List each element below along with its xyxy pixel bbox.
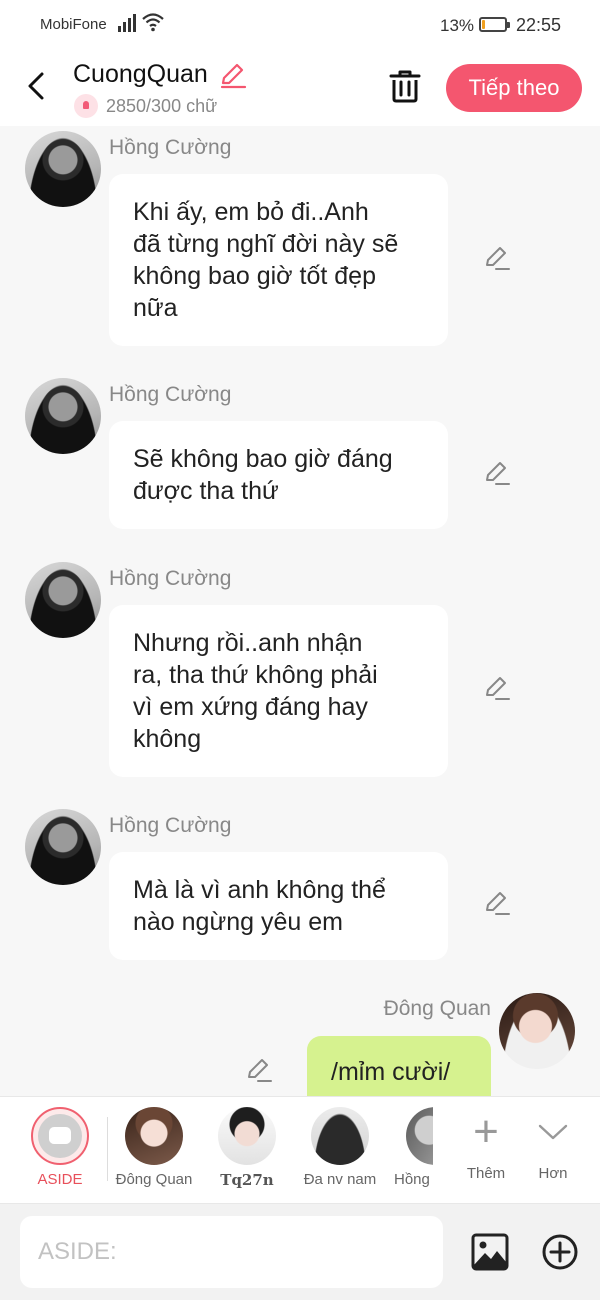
wifi-icon xyxy=(142,13,164,32)
character-name: Tq27n xyxy=(220,1171,274,1189)
sender-name: Đông Quan xyxy=(383,997,491,1020)
sender-name: Hồng Cường xyxy=(109,814,232,837)
character-da-nv-nam[interactable]: Đa nv nam xyxy=(294,1107,386,1188)
message-line: nữa xyxy=(133,294,178,322)
character-avatar xyxy=(125,1107,183,1165)
avatar-hong-cuong[interactable] xyxy=(25,562,101,638)
character-name: Đông Quan xyxy=(115,1171,193,1188)
add-circle-icon[interactable] xyxy=(540,1232,580,1272)
message-line: vì em xứng đáng hay xyxy=(133,693,368,721)
chevron-down-icon xyxy=(538,1124,568,1140)
header: CuongQuan 2850/300 chữ Tiếp theo xyxy=(0,50,600,126)
character-hong-cuong[interactable]: Hồng xyxy=(387,1107,433,1188)
avatar-hong-cuong[interactable] xyxy=(25,809,101,885)
message-bubble[interactable]: Mà là vì anh không thể nào ngừng yêu em xyxy=(109,852,448,960)
character-dong-quan[interactable]: Đông Quan xyxy=(108,1107,200,1188)
edit-message-icon[interactable] xyxy=(483,244,511,272)
signal-icon xyxy=(118,14,138,32)
image-icon[interactable] xyxy=(470,1232,510,1272)
expand-button[interactable]: Hơn xyxy=(507,1107,599,1182)
message-line: Mà là vì anh không thể xyxy=(133,876,386,904)
message-line: Sẽ không bao giờ đáng xyxy=(133,445,393,473)
message-line: Khi ấy, em bỏ đi..Anh xyxy=(133,198,369,226)
avatar-hong-cuong[interactable] xyxy=(25,131,101,207)
aside-input[interactable] xyxy=(20,1216,443,1288)
character-name: ASIDE xyxy=(37,1171,83,1188)
character-avatar xyxy=(311,1107,369,1165)
edit-message-icon[interactable] xyxy=(483,889,511,917)
battery-percent: 13% xyxy=(440,16,475,35)
message-bubble[interactable]: Nhưng rồi..anh nhận ra, tha thứ không ph… xyxy=(109,605,448,777)
message-line: /mỉm cười/ xyxy=(331,1058,451,1086)
message-line: không bao giờ tốt đẹp xyxy=(133,262,376,290)
message-line: đã từng nghĩ đời này sẽ xyxy=(133,230,399,258)
edit-message-icon[interactable] xyxy=(483,459,511,487)
word-count-icon xyxy=(74,94,98,118)
message-bubble[interactable]: Khi ấy, em bỏ đi..Anh đã từng nghĩ đời n… xyxy=(109,174,448,346)
input-bar xyxy=(0,1204,600,1300)
character-aside[interactable]: ASIDE xyxy=(14,1107,106,1188)
story-title: CuongQuan xyxy=(73,60,208,88)
character-name: Hồng xyxy=(394,1171,430,1188)
avatar-dong-quan[interactable] xyxy=(499,993,575,1069)
character-bar: ASIDE Đông Quan Tq27n Đa nv nam Hồng + T… xyxy=(0,1096,600,1204)
avatar-hong-cuong[interactable] xyxy=(25,378,101,454)
sender-name: Hồng Cường xyxy=(109,383,232,406)
sender-name: Hồng Cường xyxy=(109,567,232,590)
status-bar: MobiFone 13% 22:55 xyxy=(0,0,600,50)
edit-title-icon[interactable] xyxy=(219,61,247,89)
message-line: được tha thứ xyxy=(133,477,279,505)
battery-level-fill xyxy=(482,20,485,29)
message-line: Nhưng rồi..anh nhận xyxy=(133,629,363,657)
message-line: không xyxy=(133,725,202,753)
character-avatar xyxy=(406,1107,433,1165)
aside-icon xyxy=(31,1107,89,1165)
character-tq27n[interactable]: Tq27n xyxy=(201,1107,293,1189)
battery-icon xyxy=(479,17,510,32)
message-bubble[interactable]: /mỉm cười/ xyxy=(307,1036,491,1096)
message-line: ra, tha thứ không phải xyxy=(133,661,378,689)
trash-button[interactable] xyxy=(386,66,424,106)
chat-area[interactable]: Hồng Cường Khi ấy, em bỏ đi..Anh đã từng… xyxy=(0,126,600,1096)
sender-name: Hồng Cường xyxy=(109,136,232,159)
back-button[interactable] xyxy=(20,66,54,106)
character-name: Đa nv nam xyxy=(303,1171,377,1188)
character-avatar xyxy=(218,1107,276,1165)
edit-message-icon[interactable] xyxy=(483,674,511,702)
next-button[interactable]: Tiếp theo xyxy=(446,64,582,112)
message-bubble[interactable]: Sẽ không bao giờ đáng được tha thứ xyxy=(109,421,448,529)
message-line: nào ngừng yêu em xyxy=(133,908,343,936)
clock: 22:55 xyxy=(516,15,562,35)
carrier-label: MobiFone xyxy=(40,16,107,33)
word-count: 2850/300 chữ xyxy=(106,96,218,116)
edit-message-icon[interactable] xyxy=(245,1056,273,1084)
character-name: Hơn xyxy=(538,1165,568,1182)
